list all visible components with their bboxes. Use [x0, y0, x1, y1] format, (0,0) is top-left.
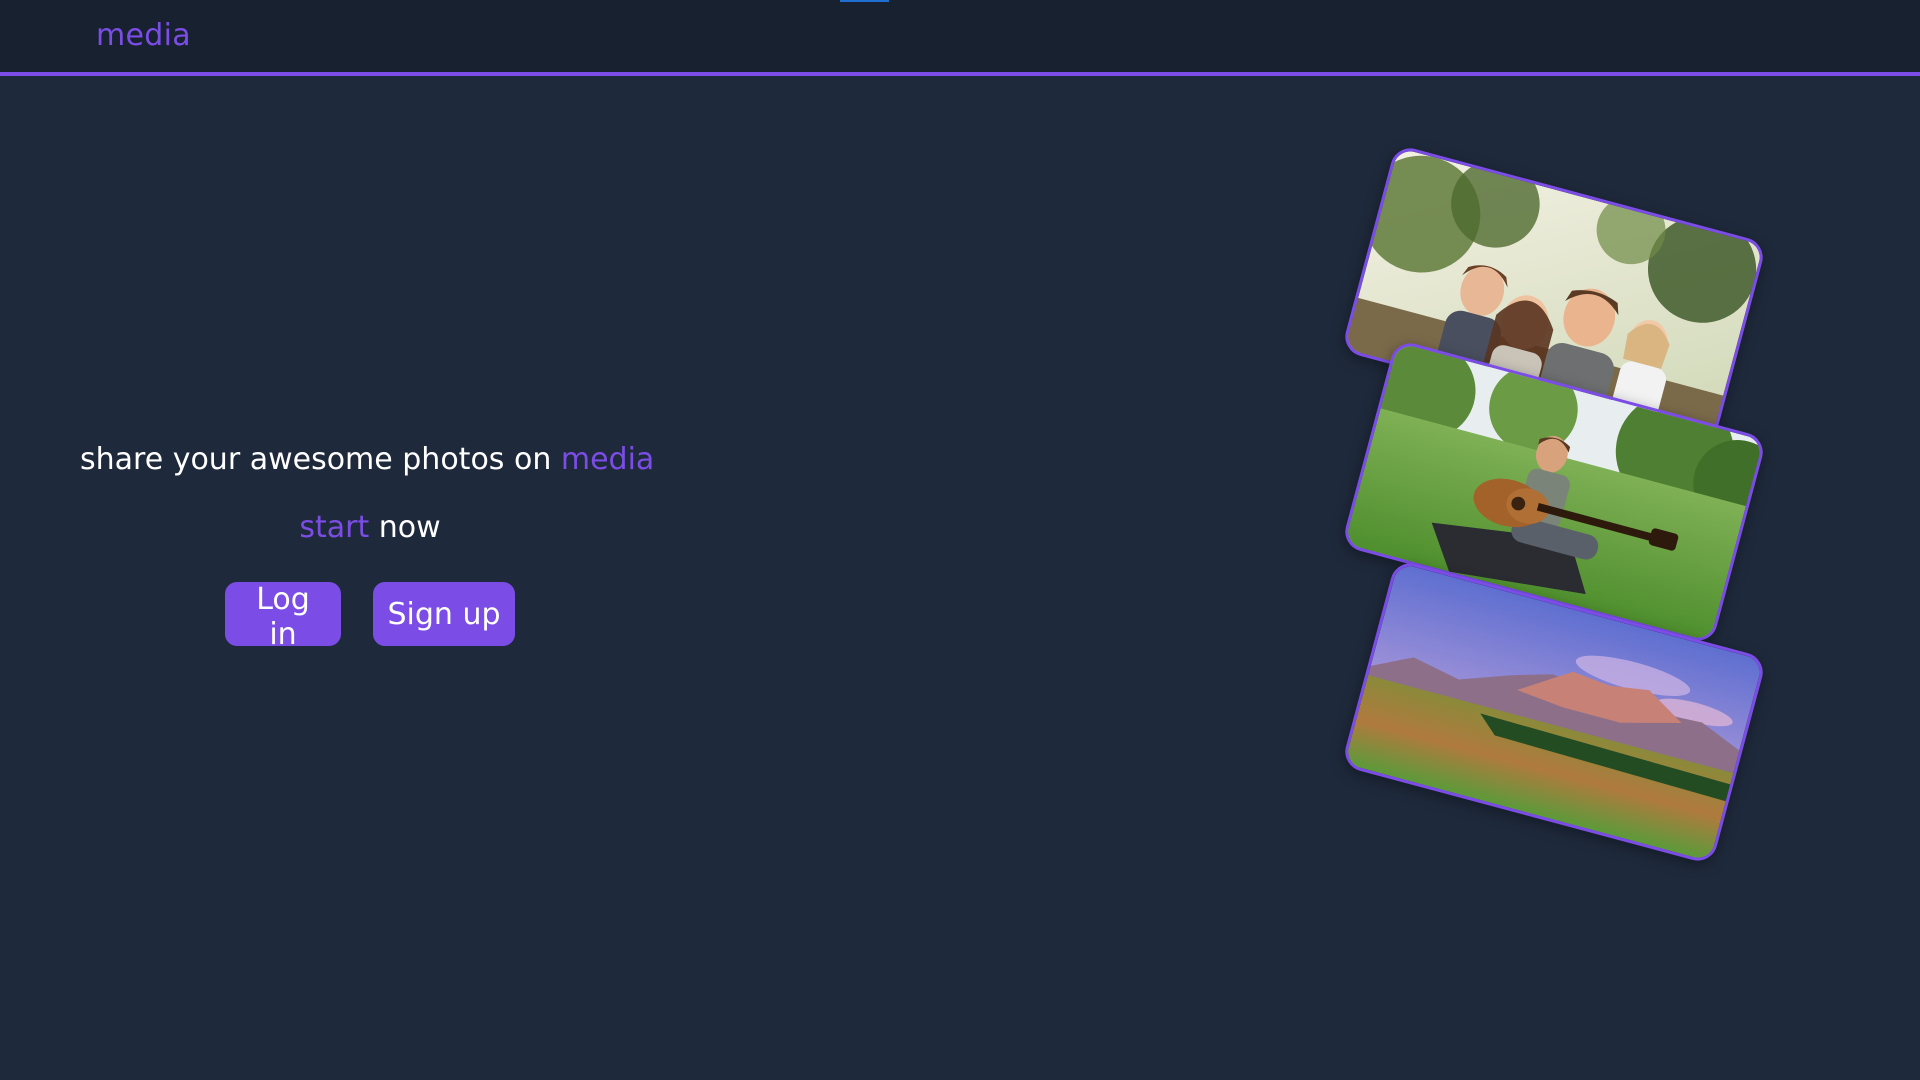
tagline-text: share your awesome photos on [80, 442, 561, 477]
login-button[interactable]: Log in [225, 582, 341, 652]
top-navigation-bar: media [0, 0, 1920, 76]
cta-accent: start [299, 510, 370, 545]
top-indicator-bar [840, 0, 889, 2]
logo-link[interactable]: media [96, 18, 191, 53]
hero-tagline: share your awesome photos on media [80, 442, 654, 477]
signup-button[interactable]: Sign up [373, 582, 515, 646]
call-to-action: start now [0, 510, 740, 545]
tagline-brand: media [560, 442, 655, 477]
cta-text: now [369, 510, 441, 545]
